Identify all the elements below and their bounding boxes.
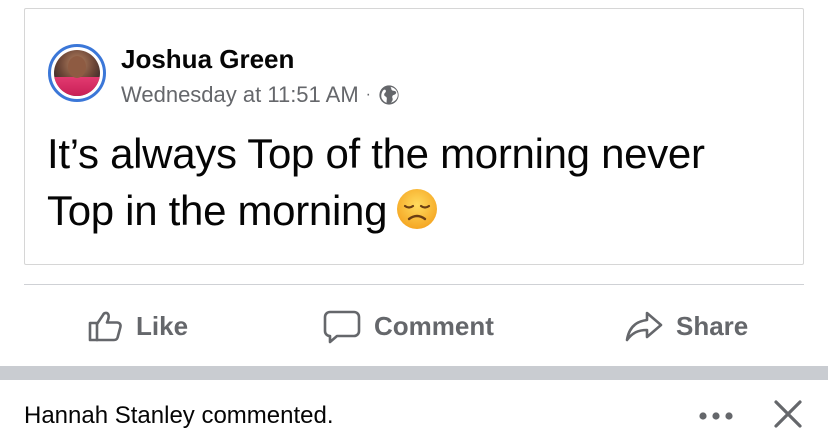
globe-icon[interactable] (378, 84, 400, 106)
comment-button[interactable]: Comment (322, 296, 494, 356)
share-label: Share (676, 310, 749, 341)
avatar-photo (54, 50, 100, 96)
like-button[interactable]: Like (86, 296, 188, 356)
author-name[interactable]: Joshua Green (121, 44, 294, 75)
share-button[interactable]: Share (624, 296, 748, 356)
feed-separator (0, 366, 828, 380)
post-text: It’s always Top of the morning never Top… (47, 125, 787, 239)
like-label: Like (136, 310, 189, 341)
action-divider (24, 284, 804, 285)
notification-text: Hannah Stanley commented. (24, 402, 334, 429)
meta-separator: · (365, 86, 371, 103)
comment-label: Comment (374, 310, 494, 341)
notification-row[interactable]: Hannah Stanley commented. (0, 380, 828, 429)
comment-bubble-icon (323, 310, 361, 344)
disappointed-face-emoji (397, 189, 438, 229)
post-timestamp[interactable]: Wednesday at 11:51 AM (121, 82, 359, 108)
share-arrow-icon (625, 311, 663, 342)
post-card: Joshua Green Wednesday at 11:51 AM · It’… (24, 8, 804, 265)
close-icon[interactable] (772, 398, 804, 429)
page: Joshua Green Wednesday at 11:51 AM · It’… (0, 0, 828, 429)
more-horizontal-icon[interactable] (696, 406, 736, 426)
thumbs-up-icon (88, 311, 122, 342)
post-text-line-2: Top in the morning (47, 182, 787, 239)
post-text-line-2-text: Top in the morning (47, 187, 388, 234)
post-meta: Wednesday at 11:51 AM · (121, 82, 400, 108)
author-avatar[interactable] (48, 44, 106, 102)
post-text-line-1: It’s always Top of the morning never (47, 130, 705, 177)
post-action-bar: Like Comment Share (24, 296, 804, 356)
